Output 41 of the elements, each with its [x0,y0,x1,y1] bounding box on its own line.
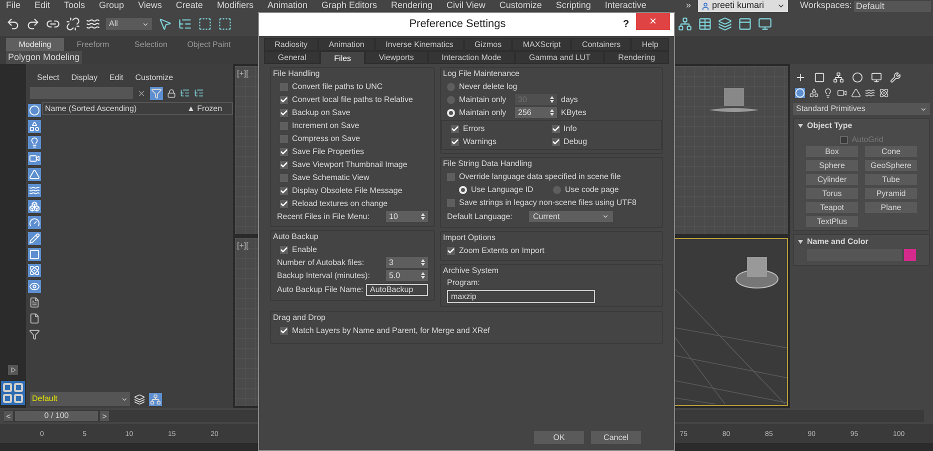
checkbox-label: Zoom Extents on Import [459,244,544,256]
field-label: Recent Files in File Menu: [277,210,370,222]
field-label: Program: [447,277,481,289]
group-title: File Handling [273,68,321,80]
unit-label: days [561,94,578,106]
checkbox-label: Save Viewport Thumbnail Image [292,158,408,170]
checkbox-label: Warnings [463,136,496,148]
workspaces-label: Workspaces: [800,0,852,12]
field-label: Number of Autobak files: [277,256,364,268]
checkbox-label: Convert file paths to UNC [292,80,383,92]
checkbox-label: Reload textures on change [292,198,388,210]
checkbox-label: Save File Properties [292,146,364,158]
radio-label: Maintain only [459,94,508,106]
checkbox-label: Match Layers by Name and Parent, for Merge and XRef [292,324,490,336]
checkbox-label: Save Schematic View [292,172,370,184]
radio-label: Use code page [565,184,619,196]
checkbox-label: Debug [564,136,588,148]
unit-label: KBytes [561,106,586,118]
checkbox-label: Enable [292,244,317,256]
checkbox-label: Override language data specified in scene file [459,170,621,182]
radio-label: Never delete log [459,80,518,92]
window-title: Preference Settings [408,17,507,32]
checkbox-label: Display Obsolete File Message [292,184,402,196]
checkbox-label: Save strings in legacy non-scene files using UTF8 [459,196,636,208]
group-title: File String Data Handling [443,158,533,170]
field-label: Default Language: [447,210,514,222]
checkbox-label: Info [564,122,577,134]
checkbox-label: Backup on Save [292,106,350,118]
group-title: Import Options [443,232,496,244]
radio-label: Maintain only [459,106,508,118]
checkbox-label: Increment on Save [292,120,360,132]
field-label: Auto Backup File Name: [277,284,364,296]
checkbox-label: Compress on Save [292,132,360,144]
group-title: Log File Maintenance [443,68,520,80]
checkbox-label: Convert local file paths to Relative [292,94,413,106]
group-title: Archive System [443,265,500,277]
checkbox-label: Errors [463,122,485,134]
field-label: Backup Interval (minutes): [277,270,370,282]
radio-label: Use Language ID [471,184,534,196]
group-title: Drag and Drop [273,312,326,324]
group-title: Auto Backup [273,231,320,243]
